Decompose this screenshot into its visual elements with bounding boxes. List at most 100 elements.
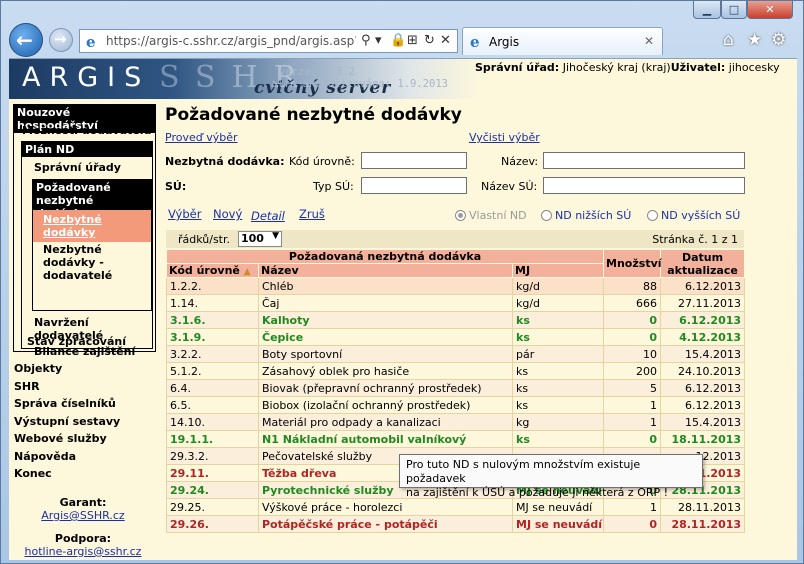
- cell-kod: 29.11.: [166, 464, 259, 482]
- typ-su-input[interactable]: [361, 177, 467, 194]
- garant-label-text: Garant:: [59, 496, 107, 509]
- table-row[interactable]: 29.25. Výškové práce - horolezci MJ se neu…: [166, 498, 746, 516]
- garant-label: Garant:: [9, 496, 157, 509]
- cell-mnozstvi: 0: [603, 430, 662, 448]
- radio-nizsi-su[interactable]: ND nižších SÚ: [541, 209, 631, 222]
- address-bar[interactable]: e https://argis-c.sshr.cz/argis_pnd/argi…: [79, 29, 458, 53]
- rows-per-page-select[interactable]: 100 ▼: [238, 231, 282, 247]
- cell-mnozstvi: 1: [603, 498, 662, 516]
- menu-item-webove-sluzby[interactable]: Webové služby: [14, 432, 107, 445]
- detail-button[interactable]: Detail: [251, 209, 285, 223]
- tab-argis[interactable]: e Argis ✕: [462, 27, 663, 55]
- table-row[interactable]: 5.1.2. Zásahový oblek pro hasiče ks 200 24.1…: [166, 362, 746, 380]
- menu-item-shr[interactable]: SHR: [14, 380, 40, 393]
- arrow-right-icon: →: [54, 30, 67, 48]
- cell-nazev: Čepice: [258, 328, 513, 346]
- col-datum[interactable]: Datum aktualizace: [660, 249, 746, 278]
- menu-item-moznosti[interactable]: Možnosti dodavatelů: [22, 124, 151, 137]
- version-label: verze: 2.3.2: [279, 66, 355, 78]
- menu-item-nezbytne-dodavatele[interactable]: Nezbytné dodávky - dodavatelé: [43, 243, 148, 282]
- nd-filter-label: Nezbytná dodávka:: [165, 155, 285, 168]
- cell-kod: 1.14.: [166, 294, 259, 312]
- cell-kod: 29.25.: [166, 498, 259, 516]
- menu-item-plan-nd[interactable]: Plán ND: [22, 142, 152, 157]
- radio-vyssi-su[interactable]: ND vyšších SÚ: [647, 209, 740, 222]
- menu-item-nezbytne-active[interactable]: Nezbytné dodávky: [33, 210, 151, 242]
- table-row[interactable]: 1.2.2. Chléb kg/d 88 6.12.2013: [166, 277, 746, 295]
- tooltip: Pro tuto ND s nulovým množstvím existuje…: [399, 454, 703, 499]
- ie-icon: e: [86, 33, 96, 51]
- favorites-star-icon[interactable]: ★: [747, 30, 762, 50]
- menu-item-objekty[interactable]: Objekty: [14, 362, 62, 375]
- cell-mnozstvi: 0: [603, 328, 662, 346]
- table-row[interactable]: 19.1.1. N1 Nákladní automobil valníkový ks…: [166, 430, 746, 448]
- refresh-icon[interactable]: ↻: [424, 33, 435, 48]
- radio-nizsi-label: ND nižších SÚ: [555, 209, 632, 222]
- su-filter-label: SÚ:: [165, 180, 187, 193]
- tooltip-line-1: Pro tuto ND s nulovým množstvím existuje…: [406, 458, 641, 485]
- menu-item-stav[interactable]: Stav zpracování: [27, 335, 126, 348]
- minimize-button[interactable]: ▁: [693, 1, 721, 19]
- title-bar: ▁ □ ✕: [1, 1, 803, 21]
- dropdown-icon[interactable]: ▾: [375, 33, 382, 48]
- nazev-su-input[interactable]: [543, 177, 745, 194]
- tab-title: Argis: [489, 35, 520, 49]
- cell-mj: ks: [511, 379, 605, 397]
- vyber-button[interactable]: Výběr: [168, 207, 201, 221]
- radio-vlastni-nd[interactable]: Vlastní ND: [455, 209, 527, 222]
- menu-item-vystupni-sestavy[interactable]: Výstupní sestavy: [14, 415, 120, 428]
- table-row[interactable]: 1.14. Čaj kg/d 666 27.11.2013: [166, 294, 746, 312]
- cell-mnozstvi: 0: [603, 311, 662, 329]
- menu-subsection-plan: Plán ND Správní úřady Požadované nezbytn…: [21, 141, 153, 358]
- table-row[interactable]: 3.1.9. Čepice ks 0 4.12.2013: [166, 328, 746, 346]
- garant-email-link[interactable]: Argis@SSHR.cz: [41, 509, 124, 522]
- table-row[interactable]: 6.5. Biobox (izolační ochranný prostředek…: [166, 396, 746, 414]
- podpora-email-link[interactable]: hotline-argis@sshr.cz: [25, 545, 142, 558]
- search-icon[interactable]: ⚲: [361, 33, 371, 48]
- menu-item-sprava-ciselniku[interactable]: Správa číselníků: [14, 397, 116, 410]
- table-row[interactable]: 14.10. Materiál pro odpady a kanalizaci kg…: [166, 413, 746, 431]
- table-row[interactable]: 3.1.6. Kalhoty ks 0 6.12.2013: [166, 311, 746, 329]
- typ-su-label: Typ SÚ:: [313, 180, 354, 193]
- back-button[interactable]: ←: [9, 23, 43, 57]
- col-mnozstvi[interactable]: Množství: [603, 249, 662, 278]
- home-icon[interactable]: ⌂: [723, 30, 734, 50]
- col-nazev[interactable]: Název: [258, 263, 513, 278]
- gear-icon[interactable]: ⚙: [771, 30, 786, 50]
- novy-button[interactable]: Nový: [213, 207, 242, 221]
- menu-subsection-pozadovane: Požadované nezbytné dodávky Nezbytné dod…: [32, 179, 152, 311]
- browser-window: ▁ □ ✕ ← → e https://argis-c.sshr.cz/argi…: [0, 0, 804, 564]
- cell-kod: 6.4.: [166, 379, 259, 397]
- table-row[interactable]: 29.26. Potápěčské práce - potápěči MJ se n…: [166, 515, 746, 533]
- proved-vyber-link[interactable]: Proveď výběr: [165, 131, 238, 144]
- menu-item-spravni-urady[interactable]: Správní úřady: [34, 161, 121, 174]
- stop-icon[interactable]: ✕: [440, 33, 451, 48]
- chevron-down-icon: ▼: [272, 231, 279, 241]
- pager-bar: řádků/str. 100 ▼ Stránka č. 1 z 1: [166, 230, 744, 248]
- podpora-email[interactable]: hotline-argis@sshr.cz: [9, 545, 157, 558]
- forward-button[interactable]: →: [49, 28, 73, 52]
- garant-email[interactable]: Argis@SSHR.cz: [9, 509, 157, 522]
- url-path: /argis_pnd/argis.asp?rnd=: [233, 34, 356, 48]
- tab-close-icon[interactable]: ✕: [644, 34, 654, 48]
- zrus-button[interactable]: Zruš: [299, 207, 325, 221]
- close-button[interactable]: ✕: [747, 1, 793, 19]
- maximize-button[interactable]: □: [721, 1, 747, 19]
- cell-mj: ks: [511, 362, 605, 380]
- col-kod[interactable]: Kód úrovně ▲: [166, 263, 259, 278]
- cell-mj: MJ se neuvádí: [511, 498, 605, 516]
- url-text[interactable]: https://argis-c.sshr.cz/argis_pnd/argis.…: [106, 34, 356, 48]
- kod-urovne-input[interactable]: [361, 152, 467, 169]
- cell-mj: kg/d: [511, 294, 605, 312]
- menu-item-napoveda[interactable]: Nápověda: [14, 450, 76, 463]
- nazev-input[interactable]: [543, 152, 745, 169]
- table-row[interactable]: 3.2.2. Boty sportovní pár 10 15.4.2013: [166, 345, 746, 363]
- cell-nazev: Chléb: [258, 277, 513, 295]
- menu-item-konec[interactable]: Konec: [14, 467, 52, 480]
- certificate-icon[interactable]: ⊞: [407, 33, 418, 48]
- lock-icon[interactable]: 🔒: [390, 33, 406, 48]
- vycisti-vyber-link[interactable]: Vyčisti výběr: [469, 131, 540, 144]
- table-row[interactable]: 6.4. Biovak (přepravní ochranný prostřede…: [166, 379, 746, 397]
- col-mj[interactable]: MJ: [511, 263, 605, 278]
- cell-mj: ks: [511, 430, 605, 448]
